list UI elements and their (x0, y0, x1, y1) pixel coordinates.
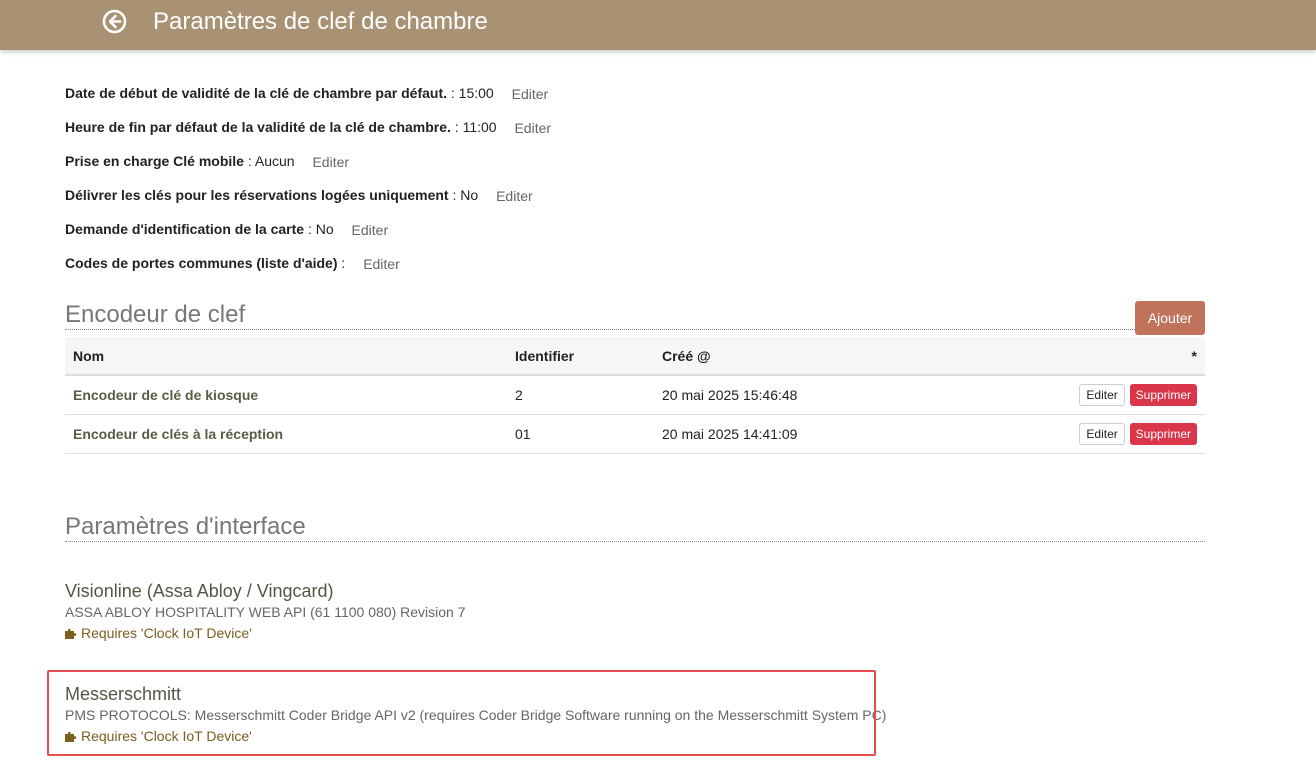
page-title: Paramètres de clef de chambre (153, 8, 488, 35)
encoder-name-link[interactable]: Encodeur de clé de kiosque (65, 375, 507, 415)
setting-row-common-door-codes: Codes de portes communes (liste d'aide) … (65, 255, 400, 272)
interface-item-visionline[interactable]: Visionline (Assa Abloy / Vingcard) ASSA … (65, 580, 466, 642)
setting-value: 11:00 (462, 119, 497, 135)
table-header-row: Nom Identifier Créé @ * (65, 337, 1205, 376)
setting-row-default-end: Heure de fin par défaut de la validité d… (65, 119, 552, 136)
row-actions: Editer Supprimer (1009, 375, 1205, 415)
interface-item-messerschmitt[interactable]: Messerschmitt PMS PROTOCOLS: Messerschmi… (65, 683, 886, 745)
delete-button[interactable]: Supprimer (1129, 384, 1197, 406)
setting-label: Codes de portes communes (liste d'aide) (65, 255, 338, 271)
interface-requirement[interactable]: Requires 'Clock IoT Device' (65, 727, 886, 745)
edit-link[interactable]: Editer (312, 154, 349, 170)
setting-row-card-identification: Demande d'identification de la carte : N… (65, 221, 389, 238)
encoder-identifier: 2 (507, 375, 654, 415)
puzzle-icon (65, 728, 77, 742)
column-header-name[interactable]: Nom (65, 337, 507, 376)
interface-description: PMS PROTOCOLS: Messerschmitt Coder Bridg… (65, 707, 887, 723)
table-row: Encodeur de clés à la réception 01 20 ma… (65, 414, 1205, 454)
back-icon[interactable] (102, 9, 127, 34)
setting-label: Heure de fin par défaut de la validité d… (65, 119, 451, 135)
settings-list: Date de début de validité de la clé de c… (65, 85, 551, 289)
setting-label: Demande d'identification de la carte (65, 221, 305, 237)
column-header-created[interactable]: Créé @ (654, 337, 1009, 376)
setting-value: No (460, 187, 479, 203)
requirement-text: Requires 'Clock IoT Device' (81, 728, 252, 744)
interface-name[interactable]: Visionline (Assa Abloy / Vingcard) (65, 580, 466, 602)
setting-row-default-start: Date de début de validité de la clé de c… (65, 85, 549, 102)
requirement-text: Requires 'Clock IoT Device' (81, 625, 252, 641)
edit-link[interactable]: Editer (514, 120, 551, 136)
setting-row-mobile-key: Prise en charge Clé mobile : Aucun Edite… (65, 153, 350, 170)
edit-link[interactable]: Editer (496, 188, 533, 204)
column-header-actions: * (1009, 337, 1205, 376)
top-bar: Paramètres de clef de chambre (0, 0, 1316, 50)
interface-description: ASSA ABLOY HOSPITALITY WEB API (61 1100 … (65, 604, 466, 620)
encoder-identifier: 01 (507, 414, 654, 454)
edit-link[interactable]: Editer (352, 222, 389, 238)
interface-name[interactable]: Messerschmitt (65, 683, 886, 705)
add-encoder-button[interactable]: Ajouter (1135, 301, 1205, 335)
encoder-table: Nom Identifier Créé @ * Encodeur de clé … (65, 337, 1205, 454)
edit-button[interactable]: Editer (1079, 384, 1125, 406)
edit-link[interactable]: Editer (363, 256, 400, 272)
encoder-section-title: Encodeur de clef (65, 301, 1205, 330)
row-actions: Editer Supprimer (1009, 414, 1205, 454)
edit-link[interactable]: Editer (512, 86, 549, 102)
setting-label: Délivrer les clés pour les réservations … (65, 187, 449, 203)
edit-button[interactable]: Editer (1079, 423, 1125, 445)
setting-label: Date de début de validité de la clé de c… (65, 85, 447, 101)
encoder-created: 20 mai 2025 15:46:48 (654, 375, 1009, 415)
setting-value: 15:00 (458, 85, 494, 101)
table-row: Encodeur de clé de kiosque 2 20 mai 2025… (65, 375, 1205, 415)
delete-button[interactable]: Supprimer (1129, 423, 1197, 445)
setting-value: No (315, 221, 334, 237)
setting-label: Prise en charge Clé mobile (65, 153, 244, 169)
setting-row-checked-in-only: Délivrer les clés pour les réservations … (65, 187, 533, 204)
interface-requirement[interactable]: Requires 'Clock IoT Device' (65, 624, 466, 642)
puzzle-icon (65, 625, 77, 639)
encoder-created: 20 mai 2025 14:41:09 (654, 414, 1009, 454)
encoder-name-link[interactable]: Encodeur de clés à la réception (65, 414, 507, 454)
column-header-identifier[interactable]: Identifier (507, 337, 654, 376)
setting-value: Aucun (254, 153, 295, 169)
interface-section-title: Paramètres d'interface (65, 513, 1205, 542)
